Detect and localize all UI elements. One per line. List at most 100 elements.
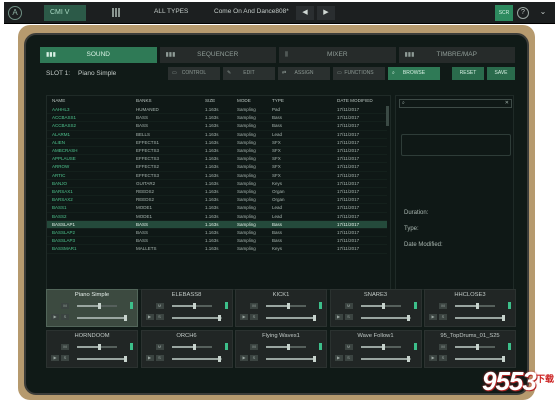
scr-toggle-button[interactable]: SCR xyxy=(495,5,513,21)
table-row[interactable]: ALARM1 BELLS 1.163s Sampling Lead 17/11/2017 xyxy=(47,131,387,139)
sample-pad[interactable]: HHCLOSE3 M ▶ S xyxy=(424,289,516,327)
play-button[interactable]: ▶ xyxy=(51,355,59,361)
table-row[interactable]: BASSLAP3 BASS 1.163s Sampling Bass 17/11/2017 xyxy=(47,237,387,246)
pan-slider[interactable] xyxy=(171,356,222,362)
play-button[interactable]: ▶ xyxy=(145,314,154,320)
slider-knob[interactable] xyxy=(218,315,221,321)
solo-button[interactable]: S xyxy=(155,314,164,320)
help-icon[interactable]: ? xyxy=(517,7,529,19)
column-date-modified[interactable]: DATE MODIFIED xyxy=(337,98,387,103)
mute-button[interactable]: M xyxy=(61,303,69,309)
mute-button[interactable]: M xyxy=(61,344,69,350)
table-row[interactable]: BANJO GUITAR2 1.163s Sampling Keys 17/11/2017 xyxy=(47,180,387,188)
table-row[interactable]: BARSAX2 REEDS2 1.163s Sampling Organ 17/11/20… xyxy=(47,196,387,205)
slider-knob[interactable] xyxy=(381,344,385,350)
subtab-browse[interactable]: ⌕ BROWSE xyxy=(388,67,440,80)
table-row[interactable]: AAHHL3 HUMANED 1.163s Sampling Pad 17/11/2017 xyxy=(47,106,387,115)
sample-pad[interactable]: SNARE3 M ▶ S xyxy=(329,289,422,327)
slider-knob[interactable] xyxy=(476,303,479,309)
list-scrollbar[interactable] xyxy=(386,106,389,126)
slider-knob[interactable] xyxy=(407,356,410,362)
arturia-logo-icon[interactable]: A xyxy=(8,6,22,20)
close-icon[interactable]: ✕ xyxy=(505,100,509,107)
solo-button[interactable]: S xyxy=(344,314,353,320)
pan-slider[interactable] xyxy=(266,315,316,321)
slider-knob[interactable] xyxy=(123,315,127,321)
slider-knob[interactable] xyxy=(192,303,196,309)
play-button[interactable]: ▶ xyxy=(429,355,437,361)
slider-knob[interactable] xyxy=(192,344,196,350)
volume-slider[interactable] xyxy=(171,303,212,309)
table-row[interactable]: ACCBASS2 BASS 1.163s Sampling Bass 17/11/2017 xyxy=(47,122,387,131)
table-row[interactable]: BASSLAP2 BASS 1.163s Sampling Bass 17/11/2017 xyxy=(47,229,387,238)
pan-slider[interactable] xyxy=(455,315,505,321)
solo-button[interactable]: S xyxy=(250,355,258,361)
volume-slider[interactable] xyxy=(360,303,401,309)
sample-pad[interactable]: ORCH6 M ▶ S xyxy=(140,330,233,368)
solo-button[interactable]: S xyxy=(439,355,447,361)
play-button[interactable]: ▶ xyxy=(334,314,343,320)
subtab-control[interactable]: ▭ CONTROL xyxy=(168,67,220,80)
reset-button[interactable]: RESET xyxy=(452,67,484,80)
mute-button[interactable]: M xyxy=(439,303,447,309)
sample-pad[interactable]: KICK1 M ▶ S xyxy=(235,289,327,327)
slider-knob[interactable] xyxy=(218,356,221,362)
slider-knob[interactable] xyxy=(98,303,101,309)
sample-pad[interactable]: HORNDOOM M ▶ S xyxy=(46,330,138,368)
solo-button[interactable]: S xyxy=(61,355,69,361)
menu-chevron-icon[interactable]: ⌄ xyxy=(537,7,549,19)
mute-button[interactable]: M xyxy=(250,344,258,350)
play-button[interactable]: ▶ xyxy=(334,355,343,361)
solo-button[interactable]: S xyxy=(250,314,258,320)
table-row[interactable]: BASS2 MODE1 1.163s Sampling Lead 17/11/2017 xyxy=(47,213,387,221)
table-row[interactable]: ACCBASS1 BASS 1.163s Sampling Bass 17/11/2017 xyxy=(47,114,387,123)
sample-pad[interactable]: Flying Waves1 M ▶ S xyxy=(235,330,327,368)
tab-sound[interactable]: ▮▮▮ SOUND xyxy=(40,47,157,63)
slider-knob[interactable] xyxy=(381,303,385,309)
prev-preset-button[interactable]: ◀ xyxy=(296,6,314,20)
slider-knob[interactable] xyxy=(287,303,290,309)
mute-button[interactable]: M xyxy=(155,344,164,350)
volume-slider[interactable] xyxy=(77,344,117,350)
table-row[interactable]: BASSLAP1 BASS 1.163s Sampling Bass 17/11/2017 xyxy=(47,220,387,229)
browser-bars-icon[interactable] xyxy=(112,8,122,17)
sample-browser-list[interactable]: NAME BANKS SIZE MODE TYPE DATE MODIFIED … xyxy=(46,95,391,290)
column-name[interactable]: NAME xyxy=(52,98,132,103)
subtab-assign[interactable]: ⇄ ASSIGN xyxy=(278,67,330,80)
pan-slider[interactable] xyxy=(77,315,127,321)
table-row[interactable]: BASSMAR1 MALLETS 1.163s Sampling Keys 17/11/2… xyxy=(47,245,387,254)
table-row[interactable]: APPLAUSE EFFECTS3 1.163s Sampling SFX 17/11/2… xyxy=(47,155,387,164)
table-row[interactable]: AMBCRASH EFFECTS3 1.163s Sampling SFX 17/11/2… xyxy=(47,147,387,156)
mute-button[interactable]: M xyxy=(250,303,258,309)
slider-knob[interactable] xyxy=(476,344,479,350)
slider-knob[interactable] xyxy=(312,315,316,321)
slider-knob[interactable] xyxy=(98,344,101,350)
column-size[interactable]: SIZE xyxy=(205,98,235,103)
table-row[interactable]: BARSAX1 REEDS2 1.163s Sampling Organ 17/11/20… xyxy=(47,188,387,197)
table-row[interactable]: ARROW EFFECTS2 1.163s Sampling SFX 17/11/2017 xyxy=(47,163,387,172)
solo-button[interactable]: S xyxy=(61,314,69,320)
solo-button[interactable]: S xyxy=(344,355,353,361)
tab-sequencer[interactable]: ▮▮▮ SEQUENCER xyxy=(159,47,276,63)
play-button[interactable]: ▶ xyxy=(240,355,248,361)
mute-button[interactable]: M xyxy=(344,344,353,350)
pan-slider[interactable] xyxy=(455,356,505,362)
volume-slider[interactable] xyxy=(266,303,306,309)
sample-pad[interactable]: ELEBASS8 M ▶ S xyxy=(140,289,233,327)
solo-button[interactable]: S xyxy=(155,355,164,361)
slider-knob[interactable] xyxy=(123,356,127,362)
solo-button[interactable]: S xyxy=(439,314,447,320)
sample-pad[interactable]: Wave Follow1 M ▶ S xyxy=(329,330,422,368)
volume-slider[interactable] xyxy=(266,344,306,350)
slider-knob[interactable] xyxy=(287,344,290,350)
search-input[interactable]: ⌕ ✕ xyxy=(399,99,512,108)
pan-slider[interactable] xyxy=(360,356,411,362)
pan-slider[interactable] xyxy=(171,315,222,321)
play-button[interactable]: ▶ xyxy=(429,314,437,320)
slider-knob[interactable] xyxy=(501,315,505,321)
mute-button[interactable]: M xyxy=(344,303,353,309)
preset-name[interactable]: Come On And Dance808* xyxy=(214,8,289,15)
tab-mixer[interactable]: ⫼ MIXER xyxy=(279,47,396,63)
pan-slider[interactable] xyxy=(360,315,411,321)
slider-knob[interactable] xyxy=(407,315,410,321)
